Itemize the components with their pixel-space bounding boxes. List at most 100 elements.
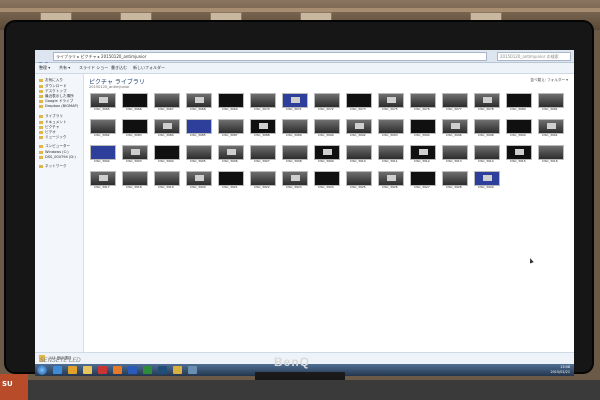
photo-thumbnail[interactable]: DSC_3096 xyxy=(442,119,468,137)
photo-thumbnail[interactable]: DSC_3915 xyxy=(506,145,532,163)
nav-item[interactable]: Dropbox (BIGMAP) xyxy=(39,104,78,108)
thumbnail-image xyxy=(186,171,212,186)
photo-thumbnail[interactable]: DSC_3903 xyxy=(122,145,148,163)
nav-item[interactable]: ネットワーク xyxy=(39,164,67,169)
photo-thumbnail[interactable]: DSC_3908 xyxy=(282,145,308,163)
nav-item[interactable]: お気に入り xyxy=(39,78,63,83)
photo-thumbnail[interactable]: DSC_3912 xyxy=(410,145,436,163)
thumbnail-label: DSC_3065 xyxy=(94,107,110,111)
photo-thumbnail[interactable]: DSC_3901 xyxy=(538,119,564,137)
photo-thumbnail[interactable]: DSC_3926 xyxy=(378,171,404,189)
photo-thumbnail[interactable]: DSC_3067 xyxy=(154,93,180,111)
photo-thumbnail[interactable]: DSC_3907 xyxy=(250,145,276,163)
photo-thumbnail[interactable]: DSC_3080 xyxy=(506,93,532,111)
photo-thumbnail[interactable]: DSC_3927 xyxy=(410,171,436,189)
nav-item[interactable]: コンピューター xyxy=(39,144,70,149)
address-path[interactable]: ライブラリ ▸ ピクチャ ▸ 20150120_antimjunior xyxy=(53,52,487,61)
photo-thumbnail[interactable]: DSC_3921 xyxy=(218,171,244,189)
thumbnail-image xyxy=(474,171,500,186)
photo-thumbnail[interactable]: DSC_3911 xyxy=(378,145,404,163)
thumbnail-image xyxy=(506,145,532,160)
toolbar-organize[interactable]: 整理 ▾ xyxy=(39,65,50,71)
thumbnail-image xyxy=(378,145,404,160)
photo-thumbnail[interactable]: DSC_3089 xyxy=(282,119,308,137)
photo-thumbnail[interactable]: DSC_3900 xyxy=(506,119,532,137)
photo-thumbnail[interactable]: DSC_3917 xyxy=(90,171,116,189)
photo-thumbnail[interactable]: DSC_3083 xyxy=(122,119,148,137)
photo-thumbnail[interactable]: DSC_3085 xyxy=(186,119,212,137)
photo-thumbnail[interactable]: DSC_3925 xyxy=(346,171,372,189)
photo-thumbnail[interactable]: DSC_3077 xyxy=(442,93,468,111)
nav-buttons[interactable] xyxy=(38,52,50,67)
photo-thumbnail[interactable]: DSC_3094 xyxy=(410,119,436,137)
photo-thumbnail[interactable]: DSC_3081 xyxy=(538,93,564,111)
photo-thumbnail[interactable]: DSC_3088 xyxy=(250,119,276,137)
photo-thumbnail[interactable]: DSC_3904 xyxy=(154,145,180,163)
thumbnail-image xyxy=(282,93,308,108)
thumbnail-label: DSC_3903 xyxy=(126,159,142,163)
photo-thumbnail[interactable]: DSC_3928 xyxy=(442,171,468,189)
folder-icon xyxy=(39,120,43,124)
photo-thumbnail[interactable]: DSC_3906 xyxy=(218,145,244,163)
photo-thumbnail[interactable]: DSC_3072 xyxy=(314,93,340,111)
folder-icon xyxy=(39,94,43,98)
thumbnail-image xyxy=(314,119,340,134)
thumbnail-image xyxy=(282,171,308,186)
folder-icon xyxy=(39,144,43,148)
thumbnail-image xyxy=(122,145,148,160)
photo-thumbnail[interactable]: DSC_3923 xyxy=(282,171,308,189)
photo-thumbnail[interactable]: DSC_3078 xyxy=(474,93,500,111)
photo-thumbnail[interactable]: DSC_3914 xyxy=(474,145,500,163)
photo-thumbnail[interactable]: DSC_3905 xyxy=(186,145,212,163)
toolbar-share[interactable]: 共有 ▾ xyxy=(59,65,70,71)
photo-thumbnail[interactable]: DSC_3070 xyxy=(250,93,276,111)
thumbnail-label: DSC_3084 xyxy=(158,133,174,137)
photo-thumbnail[interactable]: DSC_3073 xyxy=(346,93,372,111)
nav-item[interactable]: ミュージック xyxy=(39,135,67,140)
photo-thumbnail[interactable]: DSC_3919 xyxy=(154,171,180,189)
photo-thumbnail[interactable]: DSC_3902 xyxy=(90,145,116,163)
photo-thumbnail[interactable]: DSC_3087 xyxy=(218,119,244,137)
photo-thumbnail[interactable]: DSC_3929 xyxy=(474,171,500,189)
thumbnail-image xyxy=(346,145,372,160)
photo-thumbnail[interactable]: DSC_3068 xyxy=(186,93,212,111)
photo-thumbnail[interactable]: DSC_3093 xyxy=(378,119,404,137)
photo-thumbnail[interactable]: DSC_3913 xyxy=(442,145,468,163)
photo-thumbnail[interactable]: DSC_3082 xyxy=(90,119,116,137)
photo-thumbnail[interactable]: DSC_3090 xyxy=(314,119,340,137)
thumbnail-label: DSC_3901 xyxy=(542,133,558,137)
photo-thumbnail[interactable]: DSC_3075 xyxy=(378,93,404,111)
thumbnail-image xyxy=(122,171,148,186)
photo-thumbnail[interactable]: DSC_3909 xyxy=(314,145,340,163)
photo-thumbnail[interactable]: DSC_3916 xyxy=(538,145,564,163)
thumbnail-label: DSC_3096 xyxy=(446,133,462,137)
toolbar-new-folder[interactable]: 新しいフォルダー xyxy=(133,65,165,71)
photo-thumbnail[interactable]: DSC_3065 xyxy=(90,93,116,111)
photo-thumbnail[interactable]: DSC_3918 xyxy=(122,171,148,189)
photo-thumbnail[interactable]: DSC_3910 xyxy=(346,145,372,163)
photo-thumbnail[interactable]: DSC_3092 xyxy=(346,119,372,137)
photo-thumbnail[interactable]: DSC_3924 xyxy=(314,171,340,189)
nav-item[interactable]: Windows (C:) xyxy=(39,150,69,154)
arrange-dropdown[interactable]: 並べ替え: フォルダー ▾ xyxy=(530,78,568,83)
thumbnail-label: DSC_3070 xyxy=(254,107,270,111)
nav-item[interactable]: DSS_000794 (D:) xyxy=(39,155,76,159)
nav-item[interactable]: ライブラリ xyxy=(39,114,63,119)
thumbnail-image xyxy=(186,145,212,160)
photo-thumbnail[interactable]: DSC_3920 xyxy=(186,171,212,189)
photo-thumbnail[interactable]: DSC_3922 xyxy=(250,171,276,189)
mouse-cursor-icon xyxy=(528,257,534,264)
search-input[interactable]: 20150120_antimjunior の検索 xyxy=(497,52,571,61)
photo-thumbnail[interactable]: DSC_3066 xyxy=(122,93,148,111)
photo-thumbnail[interactable]: DSC_3069 xyxy=(218,93,244,111)
photo-thumbnail[interactable]: DSC_3084 xyxy=(154,119,180,137)
folder-icon xyxy=(39,114,43,118)
thumbnail-image xyxy=(154,93,180,108)
thumbnail-label: DSC_3076 xyxy=(414,107,430,111)
toolbar-burn[interactable]: 書き込む xyxy=(111,65,127,71)
toolbar-slideshow[interactable]: スライド ショー xyxy=(79,65,108,71)
thumbnail-image xyxy=(410,119,436,134)
photo-thumbnail[interactable]: DSC_3098 xyxy=(474,119,500,137)
photo-thumbnail[interactable]: DSC_3076 xyxy=(410,93,436,111)
photo-thumbnail[interactable]: DSC_3071 xyxy=(282,93,308,111)
